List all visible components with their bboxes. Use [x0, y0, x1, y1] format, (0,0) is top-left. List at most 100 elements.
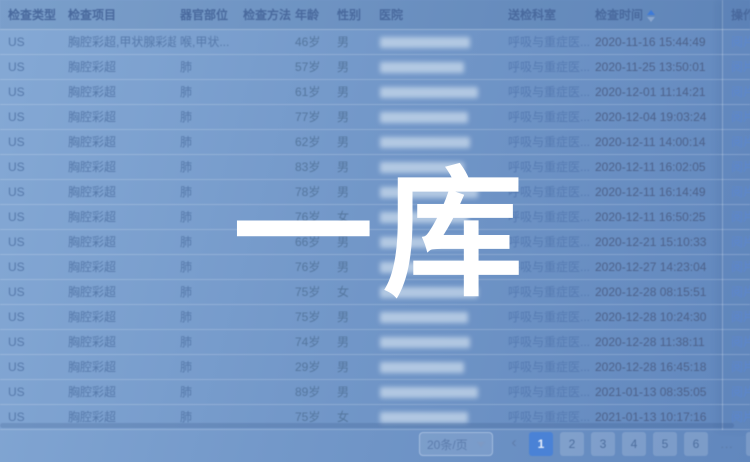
cell-exam-item: 胸腔彩超,甲状腺彩超 — [68, 30, 176, 54]
redacted-hospital — [380, 337, 470, 348]
cell-sex: 男 — [337, 180, 375, 204]
cell-exam-time: 2021-01-13 08:35:05 — [595, 380, 721, 404]
cell-age: 66岁 — [295, 230, 333, 254]
cell-sex: 男 — [337, 80, 375, 104]
cell-organ: 肺 — [180, 80, 238, 104]
cell-organ: 肺 — [180, 255, 238, 279]
view-film-link[interactable]: 阅片 — [731, 330, 750, 354]
table-row: US 胸腔彩超 肺 57岁 男 呼吸与重症医... 2020-11-25 13:… — [0, 55, 750, 80]
view-film-link[interactable]: 阅片 — [731, 180, 750, 204]
redacted-hospital — [380, 162, 464, 173]
redacted-hospital — [380, 262, 464, 273]
cell-exam-type: US — [8, 80, 64, 104]
cell-exam-type: US — [8, 355, 64, 379]
cell-organ: 肺 — [180, 280, 238, 304]
view-film-link[interactable]: 阅片 — [731, 155, 750, 179]
cell-age: 78岁 — [295, 180, 333, 204]
cell-age: 61岁 — [295, 80, 333, 104]
table-row: US 胸腔彩超 肺 78岁 男 呼吸与重症医... 2020-12-11 16:… — [0, 180, 750, 205]
cell-department: 呼吸与重症医... — [508, 255, 592, 279]
table-row: US 胸腔彩超 肺 75岁 女 呼吸与重症医... 2020-12-28 08:… — [0, 280, 750, 305]
view-film-link[interactable]: 阅片 — [731, 205, 750, 229]
cell-age: 76岁 — [295, 255, 333, 279]
view-film-link[interactable]: 阅片 — [731, 355, 750, 379]
cell-exam-item: 胸腔彩超 — [68, 180, 176, 204]
cell-exam-item: 胸腔彩超 — [68, 380, 176, 404]
view-film-link[interactable]: 阅片 — [731, 230, 750, 254]
cell-exam-time: 2020-12-11 16:02:05 — [595, 155, 721, 179]
view-film-link[interactable]: 阅片 — [731, 380, 750, 404]
cell-sex: 男 — [337, 255, 375, 279]
cell-age: 74岁 — [295, 330, 333, 354]
cell-organ: 肺 — [180, 305, 238, 329]
cell-exam-item: 胸腔彩超 — [68, 205, 176, 229]
redacted-hospital — [380, 237, 470, 248]
table-row: US 胸腔彩超 肺 75岁 男 呼吸与重症医... 2020-12-28 10:… — [0, 305, 750, 330]
prev-page-button[interactable]: ‹ — [505, 432, 523, 456]
cell-sex: 女 — [337, 205, 375, 229]
redacted-hospital — [380, 212, 468, 223]
caret-down-icon — [647, 17, 655, 22]
view-film-link[interactable]: 阅片 — [731, 55, 750, 79]
view-film-link[interactable]: 阅片 — [731, 305, 750, 329]
col-header-exam-time-label: 检查时间 — [595, 8, 643, 22]
cell-exam-time: 2020-12-01 11:14:21 — [595, 80, 721, 104]
cell-sex: 男 — [337, 155, 375, 179]
horizontal-scrollbar[interactable] — [0, 423, 734, 428]
cell-department: 呼吸与重症医... — [508, 230, 592, 254]
sort-caret-icon[interactable] — [647, 10, 655, 22]
cell-exam-type: US — [8, 305, 64, 329]
page-button[interactable]: 5 — [653, 432, 677, 456]
table-body: US 胸腔彩超,甲状腺彩超 喉,甲状... 46岁 男 呼吸与重症医... 20… — [0, 30, 750, 430]
cell-exam-type: US — [8, 155, 64, 179]
cell-exam-item: 胸腔彩超 — [68, 55, 176, 79]
col-header-method: 检查方法 — [243, 0, 291, 30]
cell-sex: 男 — [337, 130, 375, 154]
page-ellipsis[interactable]: ... — [715, 432, 739, 456]
col-header-exam-time[interactable]: 检查时间 — [595, 0, 721, 30]
caret-up-icon — [647, 10, 655, 15]
cell-department: 呼吸与重症医... — [508, 280, 592, 304]
view-film-link[interactable]: 阅片 — [731, 30, 750, 54]
page-button[interactable]: 1 — [529, 432, 553, 456]
view-film-link[interactable]: 阅片 — [731, 280, 750, 304]
view-film-link[interactable]: 阅片 — [731, 130, 750, 154]
cell-exam-item: 胸腔彩超 — [68, 155, 176, 179]
cell-organ: 肺 — [180, 155, 238, 179]
page-button[interactable]: 16 — [746, 432, 750, 456]
redacted-hospital — [380, 87, 478, 98]
cell-exam-time: 2020-11-16 15:44:49 — [595, 30, 721, 54]
page-size-select[interactable]: 20条/页 — [419, 432, 493, 456]
cell-organ: 肺 — [180, 180, 238, 204]
cell-exam-type: US — [8, 330, 64, 354]
cell-exam-item: 胸腔彩超 — [68, 305, 176, 329]
cell-exam-item: 胸腔彩超 — [68, 330, 176, 354]
view-film-link[interactable]: 阅片 — [731, 80, 750, 104]
cell-exam-type: US — [8, 30, 64, 54]
cell-department: 呼吸与重症医... — [508, 380, 592, 404]
cell-organ: 肺 — [180, 355, 238, 379]
cell-exam-time: 2020-12-28 10:24:30 — [595, 305, 721, 329]
cell-exam-time: 2020-12-27 14:23:04 — [595, 255, 721, 279]
table-row: US 胸腔彩超,甲状腺彩超 喉,甲状... 46岁 男 呼吸与重症医... 20… — [0, 30, 750, 55]
cell-exam-item: 胸腔彩超 — [68, 355, 176, 379]
table-row: US 胸腔彩超 肺 83岁 男 呼吸与重症医... 2020-12-11 16:… — [0, 155, 750, 180]
page-button[interactable]: 3 — [591, 432, 615, 456]
cell-sex: 男 — [337, 305, 375, 329]
cell-age: 75岁 — [295, 280, 333, 304]
view-film-link[interactable]: 阅片 — [731, 255, 750, 279]
cell-age: 83岁 — [295, 155, 333, 179]
pagination-bar: 20条/页 ‹ 123456... 16 — [419, 432, 750, 456]
page-button[interactable]: 2 — [560, 432, 584, 456]
col-header-exam-item: 检查项目 — [68, 0, 176, 30]
page-button[interactable]: 6 — [684, 432, 708, 456]
redacted-hospital — [380, 37, 470, 48]
cell-organ: 肺 — [180, 55, 238, 79]
cell-exam-time: 2020-12-28 08:15:51 — [595, 280, 721, 304]
view-film-link[interactable]: 阅片 — [731, 105, 750, 129]
cell-department: 呼吸与重症医... — [508, 355, 592, 379]
table-row: US 胸腔彩超 肺 62岁 男 呼吸与重症医... 2020-12-11 14:… — [0, 130, 750, 155]
cell-exam-item: 胸腔彩超 — [68, 130, 176, 154]
cell-department: 呼吸与重症医... — [508, 330, 592, 354]
page-button[interactable]: 4 — [622, 432, 646, 456]
